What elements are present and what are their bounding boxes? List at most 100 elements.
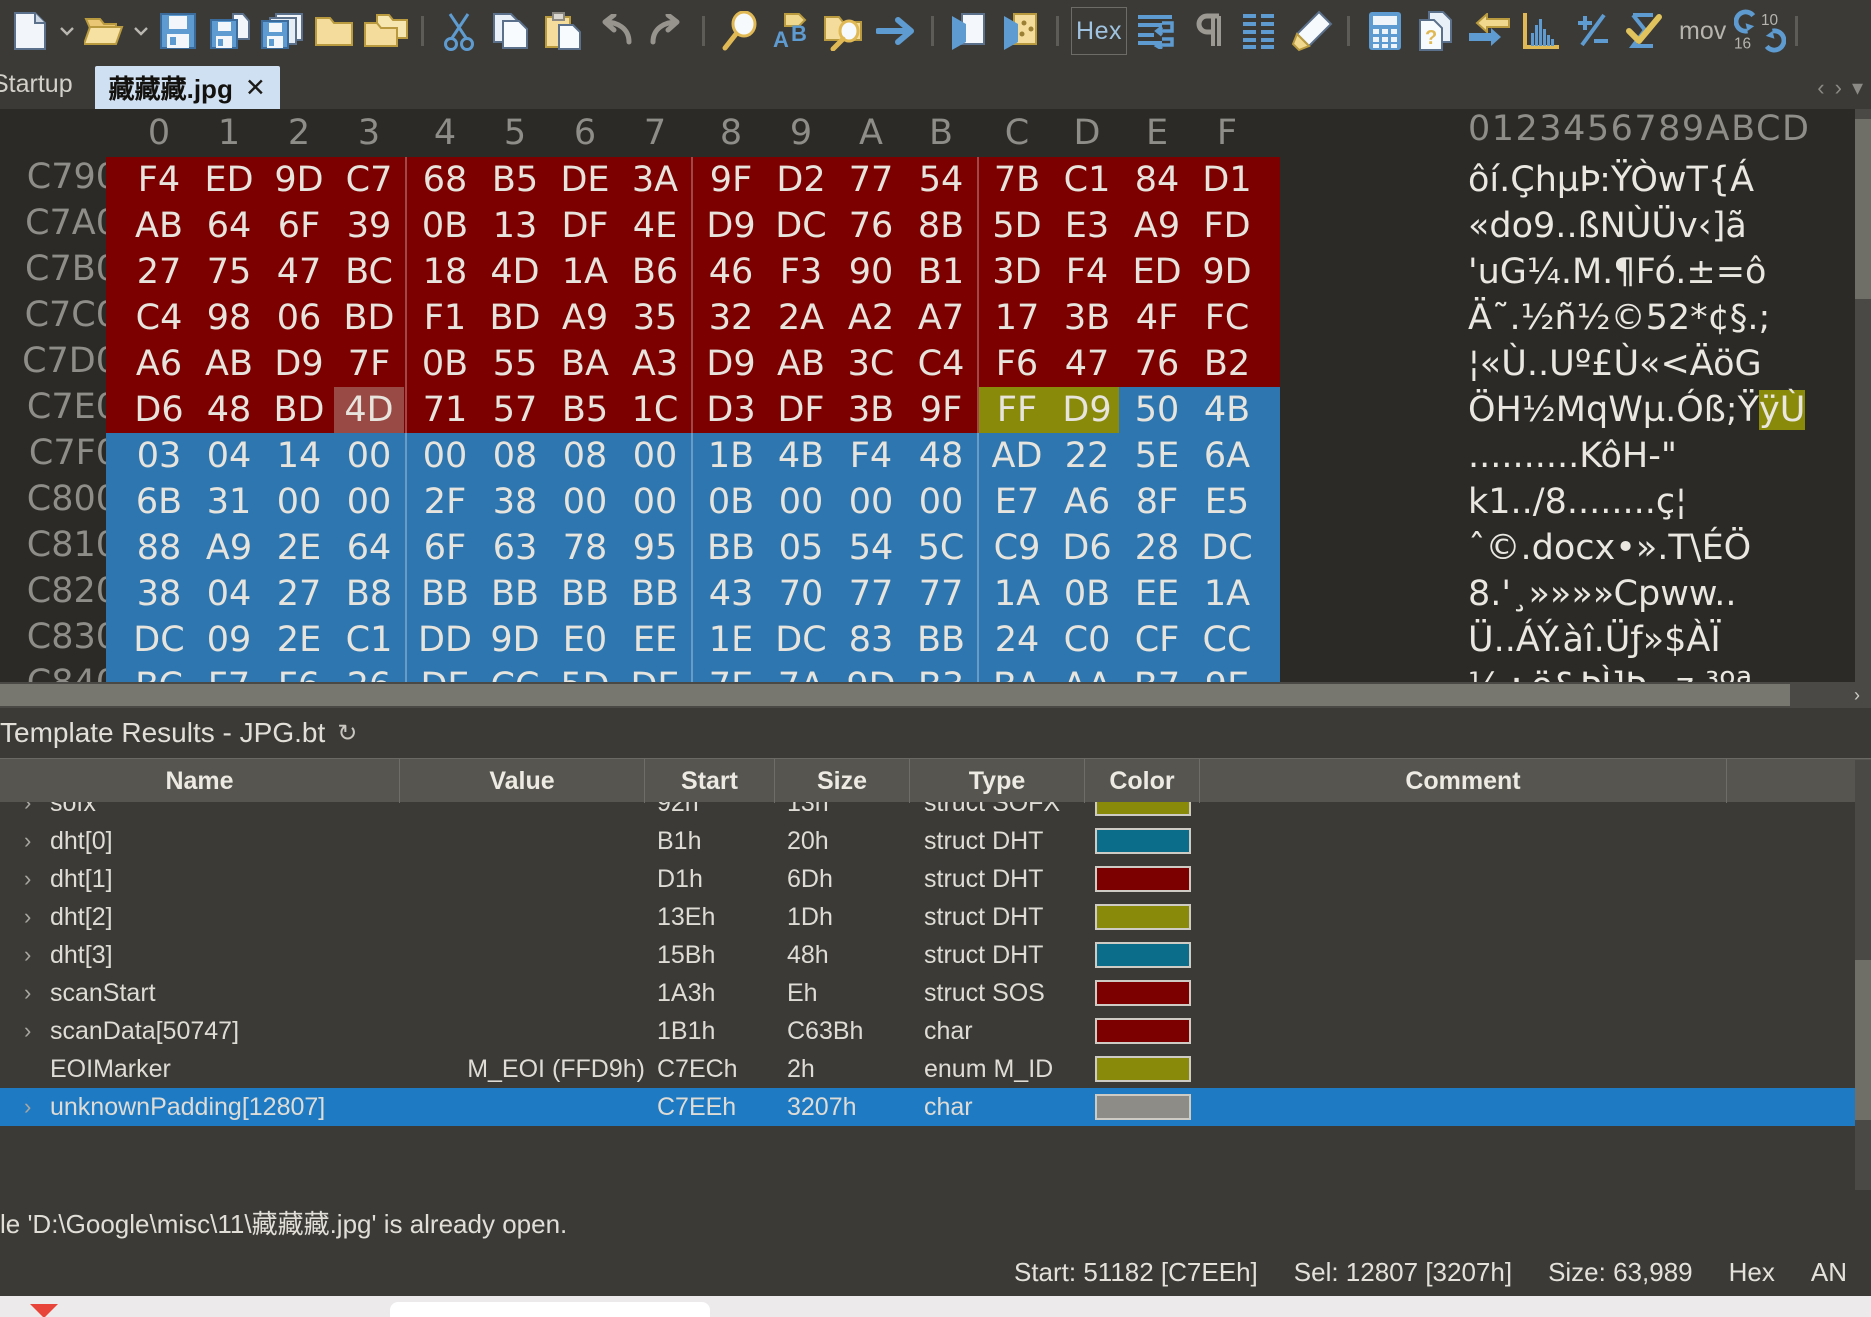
hex-byte[interactable]: FC (1192, 295, 1262, 341)
tab-startup[interactable]: Startup (0, 70, 85, 109)
table-row[interactable]: EOIMarker M_EOI (FFD9h) C7ECh 2h enum M_ID (0, 1050, 1871, 1088)
hex-byte[interactable]: 76 (836, 203, 906, 249)
hex-byte[interactable]: B3 (906, 663, 976, 682)
hex-byte[interactable]: 0B (696, 479, 766, 525)
hex-byte[interactable]: 35 (620, 295, 690, 341)
hex-byte[interactable]: C7 (334, 157, 404, 203)
chevron-right-icon[interactable]: › (1835, 75, 1842, 101)
chevron-right-icon[interactable]: › (24, 866, 40, 892)
hex-byte[interactable]: F6 (264, 663, 334, 682)
hex-byte[interactable]: ED (194, 157, 264, 203)
hex-byte[interactable]: 46 (696, 249, 766, 295)
hex-byte[interactable]: B5 (480, 157, 550, 203)
hex-horizontal-scroll-thumb[interactable] (0, 684, 1790, 706)
hex-byte[interactable]: D6 (1052, 525, 1122, 571)
hex-byte[interactable]: 08 (550, 433, 620, 479)
hex-byte[interactable]: 70 (766, 571, 836, 617)
hex-byte[interactable]: 3B (836, 387, 906, 433)
hex-byte[interactable]: 57 (480, 387, 550, 433)
hex-byte[interactable]: 47 (264, 249, 334, 295)
chevron-right-icon[interactable]: › (24, 980, 40, 1006)
checksum-icon[interactable] (1619, 5, 1671, 57)
hex-byte[interactable]: BD (334, 295, 404, 341)
hex-byte[interactable]: AB (194, 341, 264, 387)
hex-ascii[interactable]: ÖH½MqWµ.Óß;ŸÿÙ (1468, 387, 1806, 433)
hex-byte[interactable]: 38 (480, 479, 550, 525)
hex-byte[interactable]: 48 (906, 433, 976, 479)
hex-ascii[interactable]: 8.'¸»»»»Cpww.. (1468, 571, 1737, 617)
hex-byte[interactable]: DC (766, 203, 836, 249)
hex-byte[interactable]: F4 (836, 433, 906, 479)
hex-byte[interactable]: BD (264, 387, 334, 433)
hex-ascii[interactable]: ..........KôH-" (1468, 433, 1677, 479)
hex-byte[interactable]: 04 (194, 433, 264, 479)
hex-byte[interactable]: A9 (550, 295, 620, 341)
hex-byte[interactable]: 13 (480, 203, 550, 249)
color-swatch[interactable] (1094, 1094, 1191, 1120)
hex-byte[interactable]: 9D (480, 617, 550, 663)
table-row[interactable]: › dht[2] 13Eh 1Dh struct DHT (0, 898, 1871, 936)
hex-byte[interactable]: 31 (194, 479, 264, 525)
hex-byte[interactable]: 4D (480, 249, 550, 295)
hex-byte[interactable]: CC (1192, 617, 1262, 663)
hex-vertical-scroll-thumb[interactable] (1855, 119, 1871, 299)
hex-byte[interactable]: B5 (550, 387, 620, 433)
hex-byte[interactable]: 00 (906, 479, 976, 525)
hex-byte[interactable]: A2 (836, 295, 906, 341)
table-row[interactable]: › dht[3] 15Bh 48h struct DHT (0, 936, 1871, 974)
hex-byte[interactable]: AD (982, 433, 1052, 479)
hex-byte[interactable]: CF (1122, 617, 1192, 663)
table-row[interactable]: › dht[1] D1h 6Dh struct DHT (0, 860, 1871, 898)
hex-byte[interactable]: 90 (836, 249, 906, 295)
hex-byte[interactable]: 2E (264, 617, 334, 663)
hex-byte[interactable]: C1 (334, 617, 404, 663)
hex-byte[interactable]: 4D (334, 387, 404, 433)
hex-byte[interactable]: D9 (696, 203, 766, 249)
hex-byte[interactable]: 8B (906, 203, 976, 249)
color-swatch[interactable] (1094, 802, 1191, 816)
hex-ascii[interactable]: «do9..ßNÙÜv‹]ã (1468, 203, 1747, 249)
hex-byte[interactable]: 68 (410, 157, 480, 203)
hex-byte[interactable]: E0 (550, 617, 620, 663)
hex-byte[interactable]: 55 (480, 341, 550, 387)
hex-byte[interactable]: A7 (906, 295, 976, 341)
hex-byte[interactable]: 39 (334, 203, 404, 249)
hex-byte[interactable]: CC (480, 663, 550, 682)
arithmetic-icon[interactable] (1567, 5, 1619, 57)
hex-byte[interactable]: 8F (1122, 479, 1192, 525)
hex-byte[interactable]: DC (1192, 525, 1262, 571)
hex-byte[interactable]: 26 (334, 663, 404, 682)
hex-byte[interactable]: BD (480, 295, 550, 341)
hex-byte[interactable]: F6 (982, 341, 1052, 387)
status-mode-hex[interactable]: Hex (1711, 1257, 1793, 1288)
table-column-header[interactable]: Start (645, 759, 775, 803)
hex-byte[interactable]: 9F (906, 387, 976, 433)
hex-byte[interactable]: 4E (620, 203, 690, 249)
hex-byte[interactable]: 38 (124, 571, 194, 617)
color-swatch[interactable] (1094, 904, 1191, 930)
hex-byte[interactable]: 05 (766, 525, 836, 571)
chevron-left-icon[interactable]: ‹ (1817, 75, 1824, 101)
template-vertical-scroll-thumb[interactable] (1855, 960, 1871, 1120)
table-column-header[interactable]: Name (0, 759, 400, 803)
hex-byte[interactable]: 6A (1192, 433, 1262, 479)
file-info-icon[interactable]: ? (1411, 5, 1463, 57)
hex-byte[interactable]: 3D (982, 249, 1052, 295)
undo-icon[interactable] (589, 5, 641, 57)
hex-byte[interactable]: 00 (410, 433, 480, 479)
hex-byte[interactable]: F4 (124, 157, 194, 203)
hex-byte[interactable]: 6F (410, 525, 480, 571)
base-convert-icon[interactable]: 10 16 (1734, 5, 1787, 57)
hex-byte[interactable]: 5D (982, 203, 1052, 249)
hex-byte[interactable]: D9 (1052, 387, 1122, 433)
hex-mode-button[interactable]: Hex (1071, 7, 1127, 55)
hex-byte[interactable]: ED (1122, 249, 1192, 295)
hex-byte[interactable]: 54 (906, 157, 976, 203)
hex-byte[interactable]: D1 (1192, 157, 1262, 203)
run-template-icon[interactable] (995, 5, 1047, 57)
hex-byte[interactable]: B6 (620, 249, 690, 295)
hex-byte[interactable]: 06 (264, 295, 334, 341)
hex-ascii[interactable]: ¼÷ö&ÞÌ]Þ~z.³ºª· (1468, 663, 1763, 682)
hex-byte[interactable]: D2 (766, 157, 836, 203)
color-swatch[interactable] (1094, 828, 1191, 854)
